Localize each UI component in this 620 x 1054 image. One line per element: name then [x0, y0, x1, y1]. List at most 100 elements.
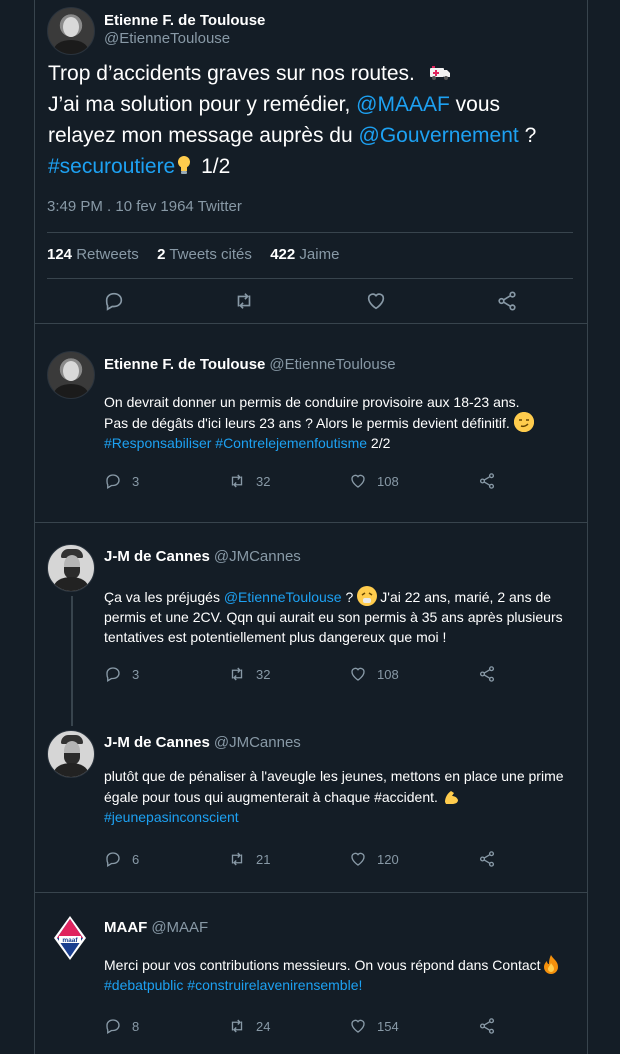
reply-button[interactable]: 3 [104, 665, 139, 683]
avatar-shoulders [54, 40, 88, 54]
reply-icon [106, 474, 120, 489]
retweet-icon[interactable] [233, 290, 255, 317]
divider [34, 892, 587, 893]
author-handle[interactable]: @EtienneToulouse [269, 356, 395, 373]
tweet-text: On devrait donner un permis de conduire … [104, 392, 582, 453]
tweet-timestamp[interactable]: 3:49 PM . 10 fev 1964 Twitter [47, 198, 242, 215]
avatar-face [63, 17, 79, 37]
share-icon [479, 473, 495, 489]
retweet-button[interactable]: 32 [228, 665, 270, 683]
author-name[interactable]: J-M de Cannes @JMCannes [104, 734, 301, 751]
thread-count: 2/2 [370, 435, 391, 451]
reply-button[interactable]: 8 [104, 1017, 139, 1035]
share-icon[interactable] [496, 290, 518, 317]
likes-stat[interactable]: 422 Jaime [270, 246, 339, 263]
author-handle[interactable]: @JMCannes [214, 734, 301, 751]
tweet-line: On devrait donner un permis de conduire … [104, 394, 520, 410]
like-button[interactable]: 108 [349, 472, 399, 490]
reply-icon[interactable] [103, 290, 125, 317]
share-button[interactable] [478, 1017, 506, 1035]
tweet-line: ? [524, 124, 537, 147]
tweet-line: Merci pour vos contributions messieurs. … [104, 957, 541, 973]
retweet-button[interactable]: 24 [228, 1017, 270, 1035]
retweet-icon [231, 667, 243, 681]
divider [34, 323, 587, 324]
tweet-line: vous [455, 93, 501, 116]
reply-icon [106, 1019, 120, 1034]
heart-icon [351, 852, 365, 866]
tweet-actions: 3 32 108 [104, 472, 504, 492]
divider [47, 232, 573, 233]
fire-icon [541, 954, 561, 974]
tweet-line: Ça va les préjugés [104, 589, 220, 605]
retweet-icon [231, 852, 243, 866]
heart-icon [351, 474, 365, 488]
tweet-text: Merci pour vos contributions messieurs. … [104, 954, 582, 995]
divider [34, 522, 587, 523]
retweets-stat[interactable]: 124 Retweets [47, 246, 139, 263]
heart-icon[interactable] [365, 290, 387, 317]
reply-icon [106, 852, 120, 867]
heart-icon [351, 667, 365, 681]
author-name[interactable]: Etienne F. de Toulouse @EtienneToulouse [104, 356, 396, 373]
hashtag-link[interactable]: #jeunepasinconscient [104, 809, 239, 825]
reply-button[interactable]: 6 [104, 850, 139, 868]
mention-link[interactable]: @Gouvernement [359, 124, 519, 147]
avatar[interactable] [47, 7, 95, 55]
reply-icon [106, 667, 120, 682]
lightbulb-icon [177, 153, 191, 174]
reply-button[interactable]: 3 [104, 472, 139, 490]
author-handle[interactable]: @EtienneToulouse [104, 30, 230, 47]
like-button[interactable]: 108 [349, 665, 399, 683]
tweet-actions: 8 24 154 [104, 1017, 504, 1037]
share-button[interactable] [478, 472, 506, 490]
hashtag-link[interactable]: #debatpublic #construirelavenirensemble! [104, 977, 362, 993]
author-name[interactable]: J-M de Cannes @JMCannes [104, 548, 301, 565]
divider [47, 278, 573, 279]
tweet-line: plutôt que de pénaliser à l'aveugle les … [104, 768, 564, 805]
tweet-line: Trop d’accidents graves sur nos routes. [48, 62, 415, 85]
hashtag-link[interactable]: #securoutiere [48, 155, 175, 178]
tweet-actions: 6 21 120 [104, 850, 504, 870]
avatar[interactable] [47, 730, 95, 778]
share-button[interactable] [478, 850, 506, 868]
author-handle[interactable]: @MAAF [151, 919, 208, 936]
avatar-face [63, 361, 79, 381]
thread-count: 1/2 [201, 155, 231, 178]
author-name[interactable]: Etienne F. de Toulouse [104, 12, 265, 29]
exhaling-face-emoji-icon [357, 586, 378, 606]
like-button[interactable]: 120 [349, 850, 399, 868]
flexed-biceps-icon [442, 786, 462, 806]
ambulance-icon [429, 59, 451, 80]
author-handle[interactable]: @JMCannes [214, 548, 301, 565]
maaf-logo-text: maaf [62, 937, 78, 944]
avatar-shoulders [54, 384, 88, 398]
tweet-line: ? [345, 589, 354, 605]
smirk-emoji-icon [513, 412, 534, 432]
tweet-text: Ça va les préjugés @EtienneToulouse ? J'… [104, 586, 582, 647]
retweet-icon [231, 1019, 243, 1033]
tweet-line: relayez mon message auprès du [48, 124, 353, 147]
mention-link[interactable]: @MAAAF [356, 93, 450, 116]
tweet-stats: 124 Retweets 2 Tweets cités 422 Jaime [47, 246, 339, 263]
avatar-shoulders [54, 577, 88, 591]
share-icon [479, 1018, 495, 1034]
tweet-line: Pas de dégâts d'ici leurs 23 ans ? Alors… [104, 415, 510, 431]
mention-link[interactable]: @EtienneToulouse [224, 589, 342, 605]
share-button[interactable] [478, 665, 506, 683]
like-button[interactable]: 154 [349, 1017, 399, 1035]
avatar[interactable] [47, 351, 95, 399]
retweet-button[interactable]: 21 [228, 850, 270, 868]
quotes-stat[interactable]: 2 Tweets cités [157, 246, 252, 263]
avatar[interactable] [47, 544, 95, 592]
thread-connector [71, 596, 73, 726]
maaf-logo[interactable]: maaf [52, 914, 88, 960]
author-name[interactable]: MAAF @MAAF [104, 919, 208, 936]
heart-icon [351, 1019, 365, 1033]
retweet-button[interactable]: 32 [228, 472, 270, 490]
retweet-icon [231, 474, 243, 488]
tweet-actions: 3 32 108 [104, 665, 504, 685]
tweet-text: Trop d’accidents graves sur nos routes. … [48, 58, 568, 182]
share-icon [479, 666, 495, 682]
hashtag-link[interactable]: #Responsabiliser #Contrelejemenfoutisme [104, 435, 367, 451]
